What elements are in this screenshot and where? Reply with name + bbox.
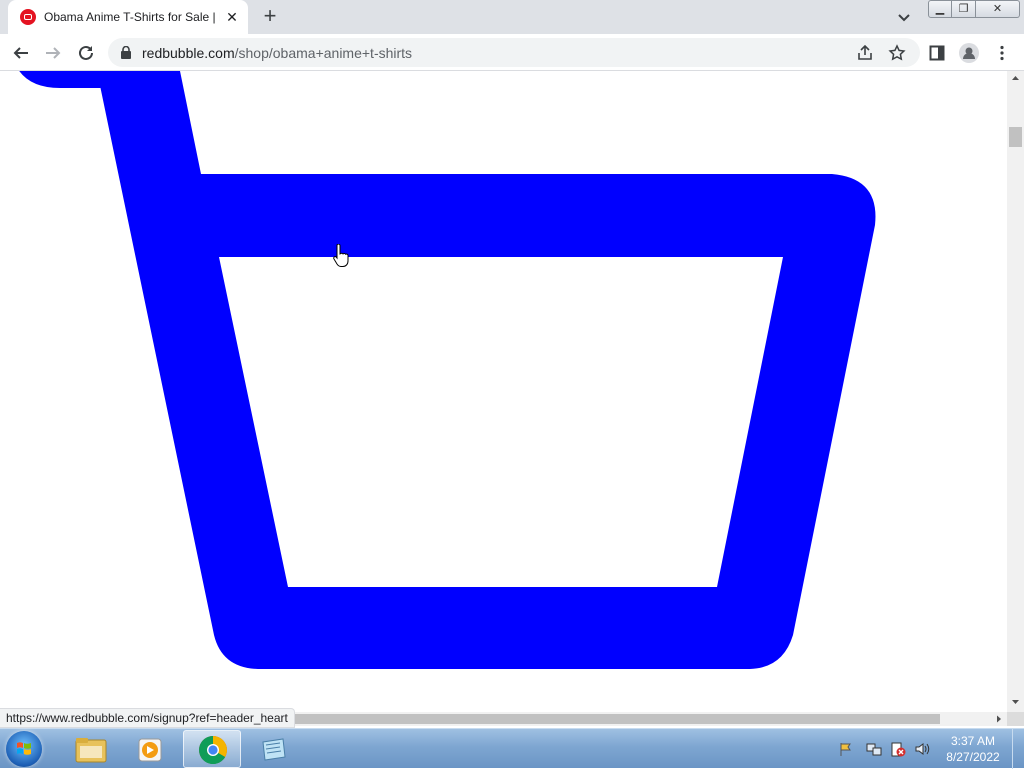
forward-icon <box>46 47 61 59</box>
profile-button[interactable] <box>956 40 982 66</box>
hand-cursor-icon <box>333 244 349 267</box>
windows-taskbar: 3:37 AM 8/27/2022 <box>0 728 1024 769</box>
url-host: redbubble.com <box>142 45 235 61</box>
chrome-icon <box>199 736 227 764</box>
browser-tab[interactable]: Obama Anime T-Shirts for Sale | Redbubbl… <box>8 0 248 34</box>
menu-icon <box>1000 45 1004 61</box>
redbubble-favicon-icon <box>20 9 36 25</box>
taskbar-media-player[interactable] <box>122 730 180 768</box>
tab-search-icon[interactable] <box>894 7 914 27</box>
action-center-flag-icon[interactable] <box>838 741 854 757</box>
tab-title: Obama Anime T-Shirts for Sale | Redbubbl… <box>44 10 220 24</box>
reload-icon <box>79 45 93 60</box>
window-restore-button[interactable]: ❐ <box>952 0 976 18</box>
security-alert-icon[interactable] <box>890 741 906 757</box>
system-clock[interactable]: 3:37 AM 8/27/2022 <box>938 733 1008 765</box>
window-close-button[interactable]: ✕ <box>976 0 1020 18</box>
star-icon[interactable] <box>888 44 906 62</box>
taskbar-notepad[interactable] <box>245 730 303 768</box>
back-button[interactable] <box>8 40 34 66</box>
url-path: /shop/obama+anime+t-shirts <box>234 45 413 61</box>
reload-button[interactable] <box>73 40 99 66</box>
side-panel-button[interactable] <box>924 40 950 66</box>
vertical-scroll-thumb[interactable] <box>1009 127 1022 147</box>
new-tab-button[interactable]: + <box>258 5 282 29</box>
lock-icon <box>121 46 131 59</box>
clock-date: 8/27/2022 <box>946 750 1000 764</box>
cart-icon[interactable] <box>0 71 1007 712</box>
forward-button[interactable] <box>40 40 66 66</box>
address-bar[interactable]: redbubble.com/shop/obama+anime+t-shirts <box>108 38 920 67</box>
notepad-icon <box>262 738 286 761</box>
tab-strip: Obama Anime T-Shirts for Sale | Redbubbl… <box>0 0 1024 34</box>
page-viewport <box>0 71 1007 712</box>
status-url-bubble: https://www.redbubble.com/signup?ref=hea… <box>0 708 295 728</box>
scroll-up-icon[interactable] <box>1007 71 1024 85</box>
volume-icon[interactable] <box>914 741 930 757</box>
side-panel-icon <box>929 45 945 61</box>
show-desktop-button[interactable] <box>1012 729 1024 769</box>
scroll-right-icon[interactable] <box>992 712 1006 726</box>
profile-icon <box>959 43 979 63</box>
vertical-scrollbar[interactable] <box>1007 71 1024 712</box>
menu-button[interactable] <box>989 40 1015 66</box>
back-icon <box>13 47 28 59</box>
folder-icon <box>75 738 107 763</box>
scrollbar-corner <box>1007 712 1024 726</box>
close-tab-icon[interactable]: ✕ <box>224 9 240 25</box>
windows-logo-icon <box>17 742 31 755</box>
window-minimize-button[interactable]: ▁ <box>928 0 952 18</box>
scroll-down-icon[interactable] <box>1007 695 1024 709</box>
browser-toolbar: redbubble.com/shop/obama+anime+t-shirts <box>0 34 1024 71</box>
clock-time: 3:37 AM <box>950 734 996 748</box>
media-player-icon <box>138 738 162 762</box>
network-icon[interactable] <box>866 741 882 757</box>
start-button[interactable] <box>6 731 42 767</box>
horizontal-scroll-thumb[interactable] <box>290 714 940 724</box>
taskbar-explorer[interactable] <box>62 730 120 768</box>
taskbar-chrome[interactable] <box>183 730 241 768</box>
url-text[interactable]: redbubble.com/shop/obama+anime+t-shirts <box>142 45 412 61</box>
share-icon[interactable] <box>856 44 874 62</box>
